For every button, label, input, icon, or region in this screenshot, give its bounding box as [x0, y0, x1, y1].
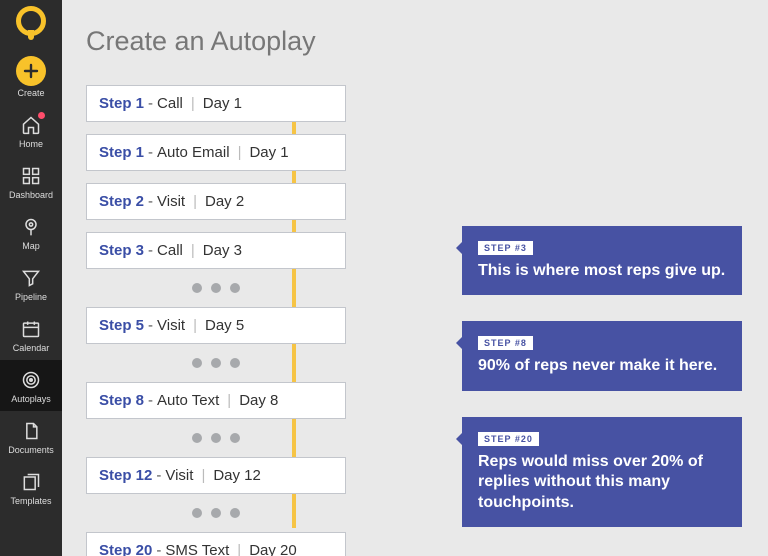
nav-autoplays[interactable]: Autoplays — [0, 360, 62, 411]
step-action: Visit — [165, 467, 193, 484]
callouts: STEP #3 This is where most reps give up.… — [462, 226, 742, 527]
separator: | — [197, 467, 209, 484]
ellipsis-dots — [86, 506, 346, 520]
nav-dashboard[interactable]: Dashboard — [0, 156, 62, 207]
step-day: Day 2 — [205, 193, 244, 210]
separator: - — [148, 144, 153, 161]
step-number: Step 3 — [99, 242, 144, 259]
nav-calendar[interactable]: Calendar — [0, 309, 62, 360]
funnel-icon — [19, 266, 43, 290]
separator: | — [187, 95, 199, 112]
nav-map[interactable]: Map — [0, 207, 62, 258]
app-logo — [16, 6, 46, 36]
step-action: Visit — [157, 193, 185, 210]
calendar-icon — [19, 317, 43, 341]
step-action: Call — [157, 95, 183, 112]
separator: - — [148, 392, 153, 409]
callout-tag: STEP #8 — [478, 336, 533, 350]
separator: - — [148, 95, 153, 112]
step-card[interactable]: Step 2 - Visit | Day 2 — [86, 183, 346, 220]
ellipsis-dots — [86, 356, 346, 370]
step-number: Step 1 — [99, 144, 144, 161]
step-day: Day 5 — [205, 317, 244, 334]
separator: - — [148, 242, 153, 259]
step-day: Day 20 — [249, 542, 297, 556]
step-number: Step 1 — [99, 95, 144, 112]
pin-icon — [19, 215, 43, 239]
callout-tag: STEP #20 — [478, 432, 539, 446]
templates-icon — [19, 470, 43, 494]
callout-tag: STEP #3 — [478, 241, 533, 255]
sidebar: Create Home Dashboard Map Pipeline Calen… — [0, 0, 62, 556]
separator: | — [189, 317, 201, 334]
plus-circle-icon — [16, 56, 46, 86]
separator: | — [189, 193, 201, 210]
nav-label: Map — [22, 241, 40, 251]
step-number: Step 2 — [99, 193, 144, 210]
nav-label: Create — [17, 88, 44, 98]
separator: | — [223, 392, 235, 409]
target-icon — [19, 368, 43, 392]
nav-label: Dashboard — [9, 190, 53, 200]
step-number: Step 20 — [99, 542, 152, 556]
step-card[interactable]: Step 5 - Visit | Day 5 — [86, 307, 346, 344]
main-panel: Create an Autoplay Step 1 - Call | Day 1… — [62, 0, 768, 556]
separator: | — [187, 242, 199, 259]
notification-badge — [38, 112, 45, 119]
callout-message: This is where most reps give up. — [478, 261, 726, 281]
step-card[interactable]: Step 1 - Call | Day 1 — [86, 85, 346, 122]
step-card[interactable]: Step 1 - Auto Email | Day 1 — [86, 134, 346, 171]
callout-step-8: STEP #8 90% of reps never make it here. — [462, 321, 742, 390]
step-day: Day 1 — [203, 95, 242, 112]
step-number: Step 12 — [99, 467, 152, 484]
step-action: Visit — [157, 317, 185, 334]
nav-home[interactable]: Home — [0, 105, 62, 156]
step-action: Call — [157, 242, 183, 259]
nav-label: Templates — [10, 496, 51, 506]
nav-templates[interactable]: Templates — [0, 462, 62, 513]
grid-icon — [19, 164, 43, 188]
step-number: Step 5 — [99, 317, 144, 334]
step-card[interactable]: Step 8 - Auto Text | Day 8 — [86, 382, 346, 419]
nav-label: Home — [19, 139, 43, 149]
nav-pipeline[interactable]: Pipeline — [0, 258, 62, 309]
step-card[interactable]: Step 3 - Call | Day 3 — [86, 232, 346, 269]
separator: - — [156, 467, 161, 484]
steps-list: Step 1 - Call | Day 1 Step 1 - Auto Emai… — [86, 85, 346, 556]
nav-label: Pipeline — [15, 292, 47, 302]
step-action: Auto Text — [157, 392, 219, 409]
callout-message: 90% of reps never make it here. — [478, 356, 726, 376]
callout-message: Reps would miss over 20% of replies with… — [478, 452, 726, 513]
step-day: Day 1 — [249, 144, 288, 161]
step-day: Day 3 — [203, 242, 242, 259]
callout-step-20: STEP #20 Reps would miss over 20% of rep… — [462, 417, 742, 527]
step-action: SMS Text — [165, 542, 229, 556]
step-day: Day 12 — [213, 467, 261, 484]
nav-label: Autoplays — [11, 394, 51, 404]
separator: | — [233, 542, 245, 556]
document-icon — [19, 419, 43, 443]
separator: - — [148, 317, 153, 334]
nav-label: Documents — [8, 445, 54, 455]
step-number: Step 8 — [99, 392, 144, 409]
callout-step-3: STEP #3 This is where most reps give up. — [462, 226, 742, 295]
step-card[interactable]: Step 20 - SMS Text | Day 20 — [86, 532, 346, 556]
separator: | — [234, 144, 246, 161]
step-day: Day 8 — [239, 392, 278, 409]
step-card[interactable]: Step 12 - Visit | Day 12 — [86, 457, 346, 494]
separator: - — [148, 193, 153, 210]
page-title: Create an Autoplay — [86, 26, 768, 57]
nav-create[interactable]: Create — [0, 48, 62, 105]
step-action: Auto Email — [157, 144, 230, 161]
ellipsis-dots — [86, 281, 346, 295]
separator: - — [156, 542, 161, 556]
nav-documents[interactable]: Documents — [0, 411, 62, 462]
ellipsis-dots — [86, 431, 346, 445]
nav-label: Calendar — [13, 343, 50, 353]
